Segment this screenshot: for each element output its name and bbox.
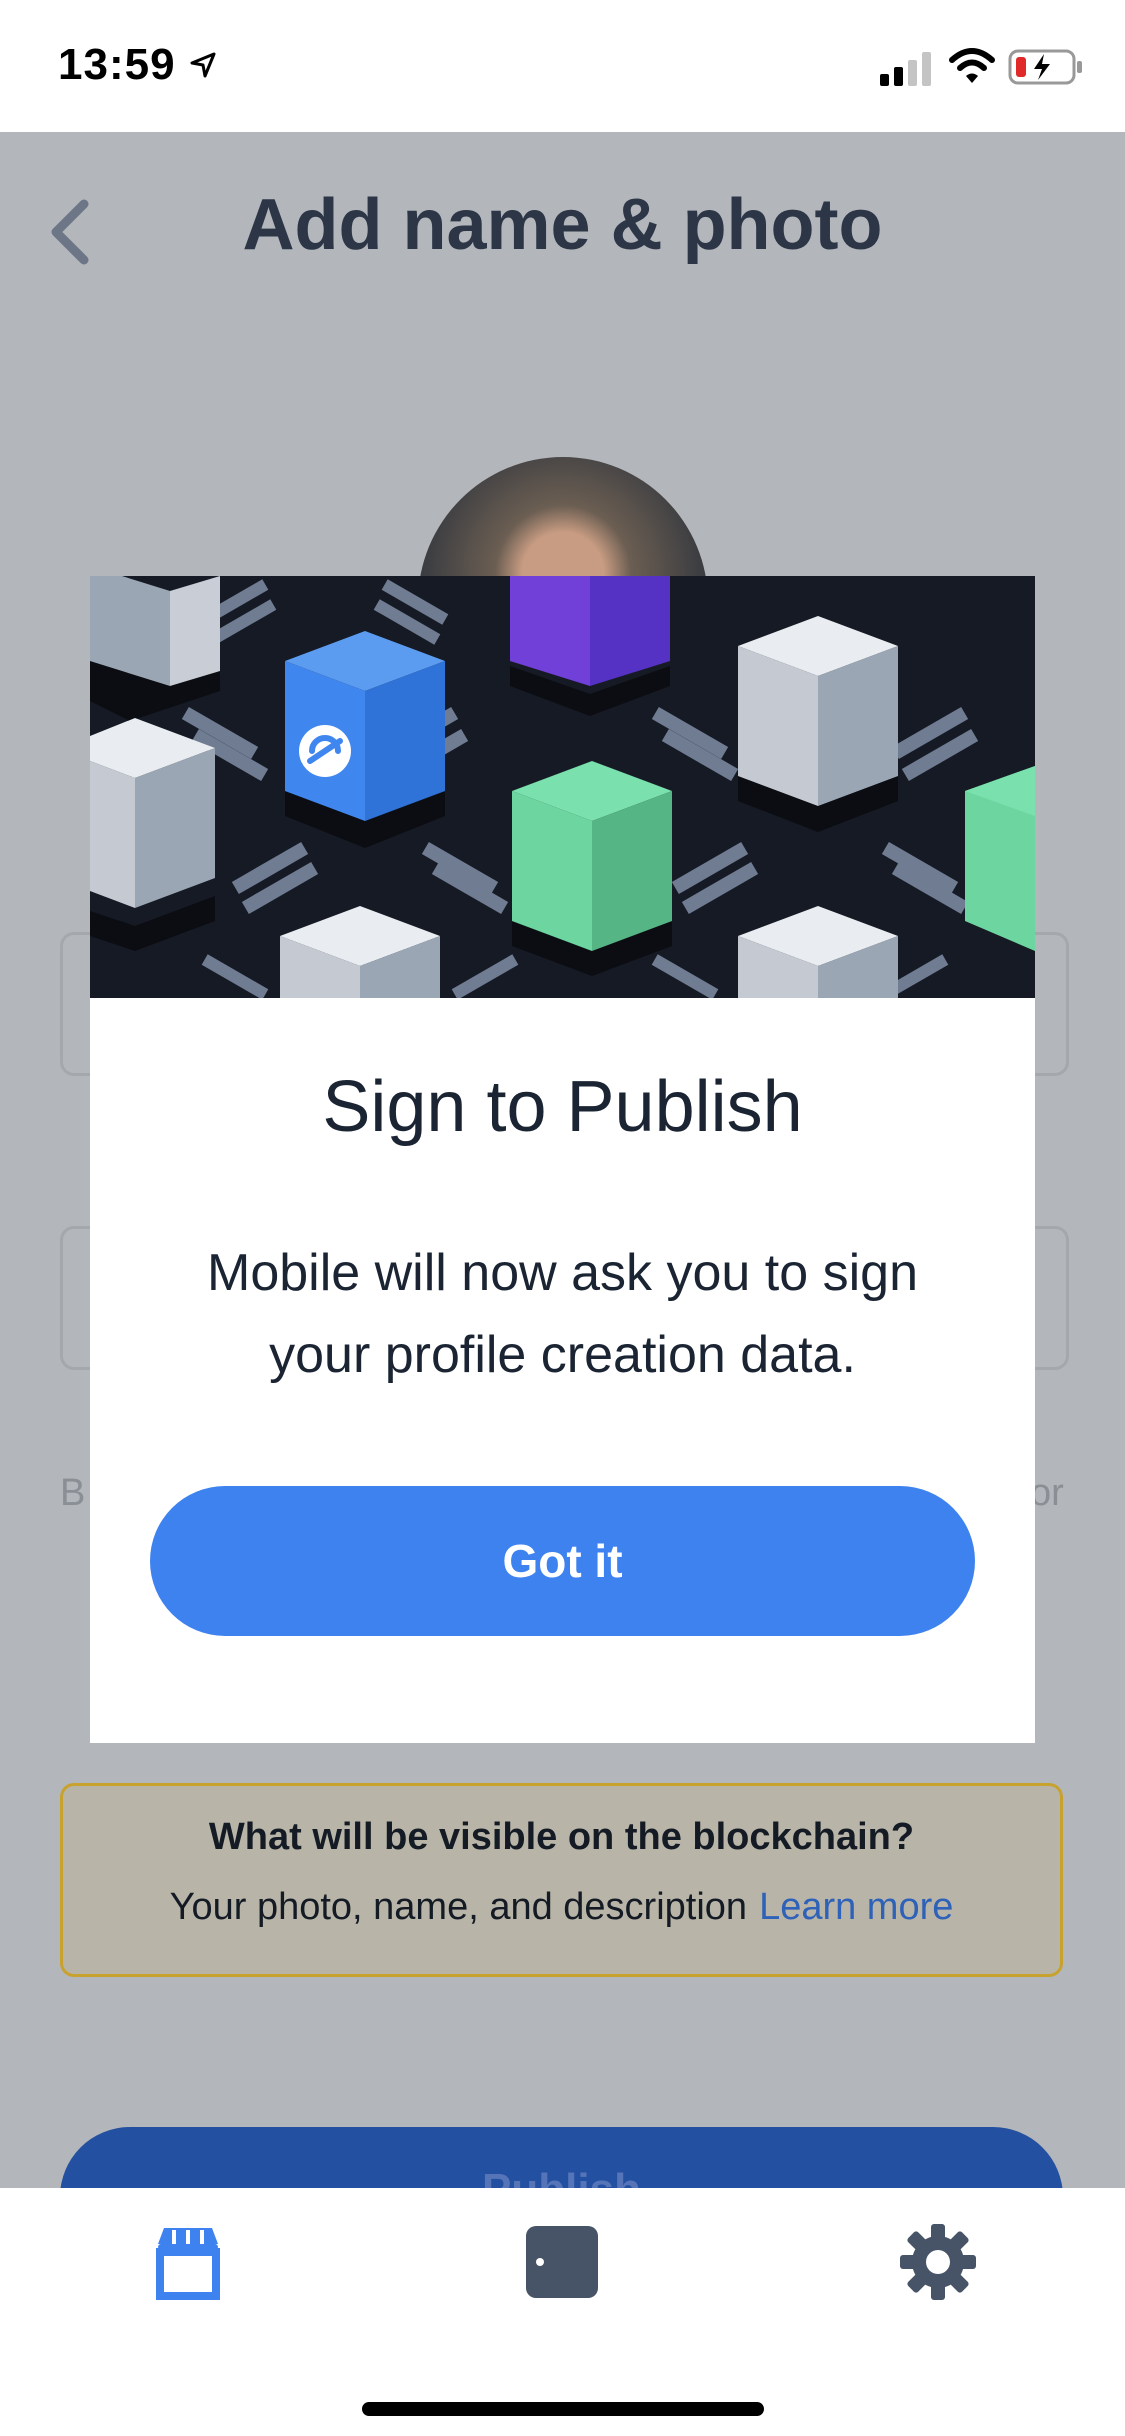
storefront-icon[interactable] [148,2222,228,2302]
green-cube [512,761,672,976]
notice-body: Your photo, name, and description Learn m… [63,1886,1060,1929]
location-arrow-icon [190,52,216,78]
purple-cube [510,576,670,716]
sign-to-publish-modal: Sign to Publish Mobile will now ask you … [90,576,1035,1743]
status-bar: 13:59 [0,0,1125,132]
notice-body-text: Your photo, name, and description [169,1886,748,1928]
home-indicator [362,2402,764,2416]
cellular-signal-icon [880,52,931,86]
battery-icon [1008,49,1082,85]
wifi-icon [949,48,995,83]
modal-body: Mobile will now ask you to sign your pro… [207,1244,918,1384]
blockchain-visibility-notice: What will be visible on the blockchain? … [60,1783,1063,1977]
blue-cube [285,631,445,848]
publish-button-label: Publish [60,2165,1063,2188]
white-cube [738,616,898,832]
publish-button[interactable]: Publish [60,2127,1063,2188]
got-it-button-label: Got it [502,1535,623,1587]
green-cube [965,766,1035,951]
notice-title: What will be visible on the blockchain? [208,1816,915,1858]
helper-text-fragment-right: or [1030,1472,1064,1514]
modal-title: Sign to Publish [322,1067,803,1147]
wallet-card-icon[interactable] [522,2222,602,2302]
learn-more-link[interactable]: Learn more [759,1886,953,1928]
helper-text-fragment-left: B [60,1472,86,1514]
gear-icon[interactable] [898,2222,978,2302]
got-it-button[interactable]: Got it [150,1486,975,1636]
page-title: Add name & photo [242,185,883,265]
bottom-tab-bar [0,2188,1125,2436]
blockchain-cubes-illustration [90,576,1035,998]
status-time: 13:59 [58,40,176,89]
